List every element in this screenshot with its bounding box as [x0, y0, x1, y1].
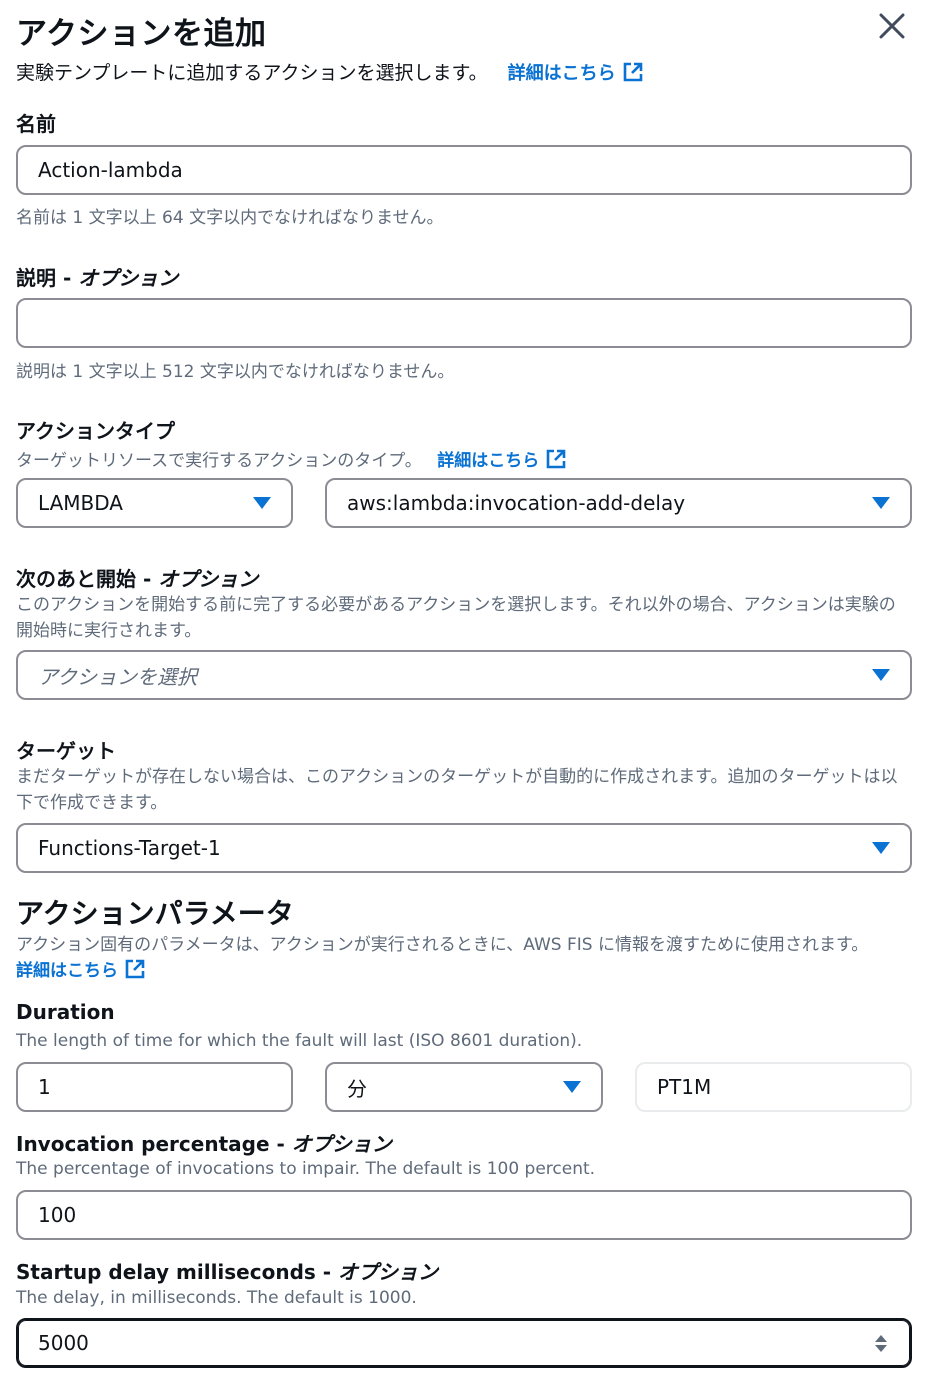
caret-down-icon: [872, 842, 890, 854]
action-type-description-text: ターゲットリソースで実行するアクションのタイプ。: [16, 451, 422, 471]
invocation-percentage-label: Invocation percentage - オプション: [16, 1132, 392, 1156]
duration-unit-select[interactable]: 分: [325, 1062, 603, 1112]
action-type-label: アクションタイプ: [16, 419, 175, 443]
startup-delay-description: The delay, in milliseconds. The default …: [16, 1288, 417, 1308]
name-hint: 名前は 1 文字以上 64 文字以内でなければなりません。: [16, 208, 444, 228]
startup-delay-value: 5000: [38, 1331, 89, 1355]
name-input-value: Action-lambda: [38, 158, 183, 182]
subtitle-text: 実験テンプレートに追加するアクションを選択します。: [16, 62, 488, 84]
duration-description: The length of time for which the fault w…: [16, 1031, 583, 1051]
caret-down-icon: [872, 669, 890, 681]
description-label: 説明 - オプション: [16, 266, 179, 290]
start-after-description: このアクションを開始する前に完了する必要があるアクションを選択します。それ以外の…: [16, 595, 896, 641]
duration-amount-value: 1: [38, 1075, 51, 1099]
action-parameters-description-text: アクション固有のパラメータは、アクションが実行されるときに、AWS FIS に情…: [16, 935, 869, 955]
name-input[interactable]: Action-lambda: [16, 145, 912, 195]
action-type-learn-more-link[interactable]: 詳細はこちら: [437, 449, 567, 471]
invocation-percentage-label-text: Invocation percentage: [16, 1132, 270, 1156]
stepper-icon[interactable]: [872, 1331, 890, 1355]
caret-down-icon: [872, 497, 890, 509]
description-input[interactable]: [16, 298, 912, 348]
start-after-label: 次のあと開始 - オプション: [16, 567, 259, 591]
target-select-value: Functions-Target-1: [38, 836, 221, 860]
duration-amount-input[interactable]: 1: [16, 1062, 293, 1112]
invocation-percentage-input[interactable]: 100: [16, 1190, 912, 1240]
start-after-label-text: 次のあと開始: [16, 567, 136, 591]
optional-marker: オプション: [291, 1132, 392, 1156]
service-select[interactable]: LAMBDA: [16, 478, 293, 528]
duration-iso-readonly: PT1M: [635, 1062, 912, 1112]
action-parameters-description: アクション固有のパラメータは、アクションが実行されるときに、AWS FIS に情…: [16, 932, 911, 984]
caret-down-icon: [563, 1081, 581, 1093]
learn-more-link[interactable]: 詳細はこちら: [507, 62, 644, 84]
close-icon[interactable]: [872, 6, 912, 46]
optional-marker: オプション: [158, 567, 259, 591]
description-label-text: 説明: [16, 266, 56, 290]
external-link-icon: [125, 959, 145, 979]
page-title: アクションを追加: [16, 16, 267, 52]
action-select[interactable]: aws:lambda:invocation-add-delay: [325, 478, 912, 528]
start-after-placeholder: アクションを選択: [38, 664, 197, 689]
startup-delay-label: Startup delay milliseconds - オプション: [16, 1260, 439, 1284]
action-parameters-learn-more-link[interactable]: 詳細はこちら: [16, 959, 146, 981]
external-link-icon: [623, 62, 642, 82]
optional-marker: オプション: [78, 266, 179, 290]
action-select-value: aws:lambda:invocation-add-delay: [347, 491, 686, 515]
action-parameters-heading: アクションパラメータ: [16, 897, 294, 930]
learn-more-label: 詳細はこちら: [507, 63, 616, 84]
learn-more-label: 詳細はこちら: [16, 961, 118, 981]
external-link-icon: [546, 449, 566, 469]
page-subtitle: 実験テンプレートに追加するアクションを選択します。 詳細はこちら: [16, 58, 644, 85]
optional-marker: オプション: [338, 1260, 439, 1284]
description-hint: 説明は 1 文字以上 512 文字以内でなければなりません。: [16, 362, 455, 382]
service-select-value: LAMBDA: [38, 491, 123, 515]
learn-more-label: 詳細はこちら: [437, 451, 540, 471]
name-label: 名前: [16, 112, 56, 136]
caret-down-icon: [253, 497, 271, 509]
action-type-description: ターゲットリソースで実行するアクションのタイプ。 詳細はこちら: [16, 446, 567, 471]
target-select[interactable]: Functions-Target-1: [16, 823, 912, 873]
target-description: まだターゲットが存在しない場合は、このアクションのターゲットが自動的に作成されま…: [16, 767, 898, 813]
duration-label: Duration: [16, 1000, 115, 1024]
duration-iso-value: PT1M: [657, 1075, 712, 1099]
target-label: ターゲット: [16, 739, 116, 763]
startup-delay-input[interactable]: 5000: [16, 1318, 912, 1368]
invocation-percentage-value: 100: [38, 1203, 77, 1227]
start-after-select[interactable]: アクションを選択: [16, 650, 912, 700]
invocation-percentage-description: The percentage of invocations to impair.…: [16, 1159, 596, 1179]
duration-unit-value: 分: [347, 1076, 367, 1101]
startup-delay-label-text: Startup delay milliseconds: [16, 1260, 316, 1284]
